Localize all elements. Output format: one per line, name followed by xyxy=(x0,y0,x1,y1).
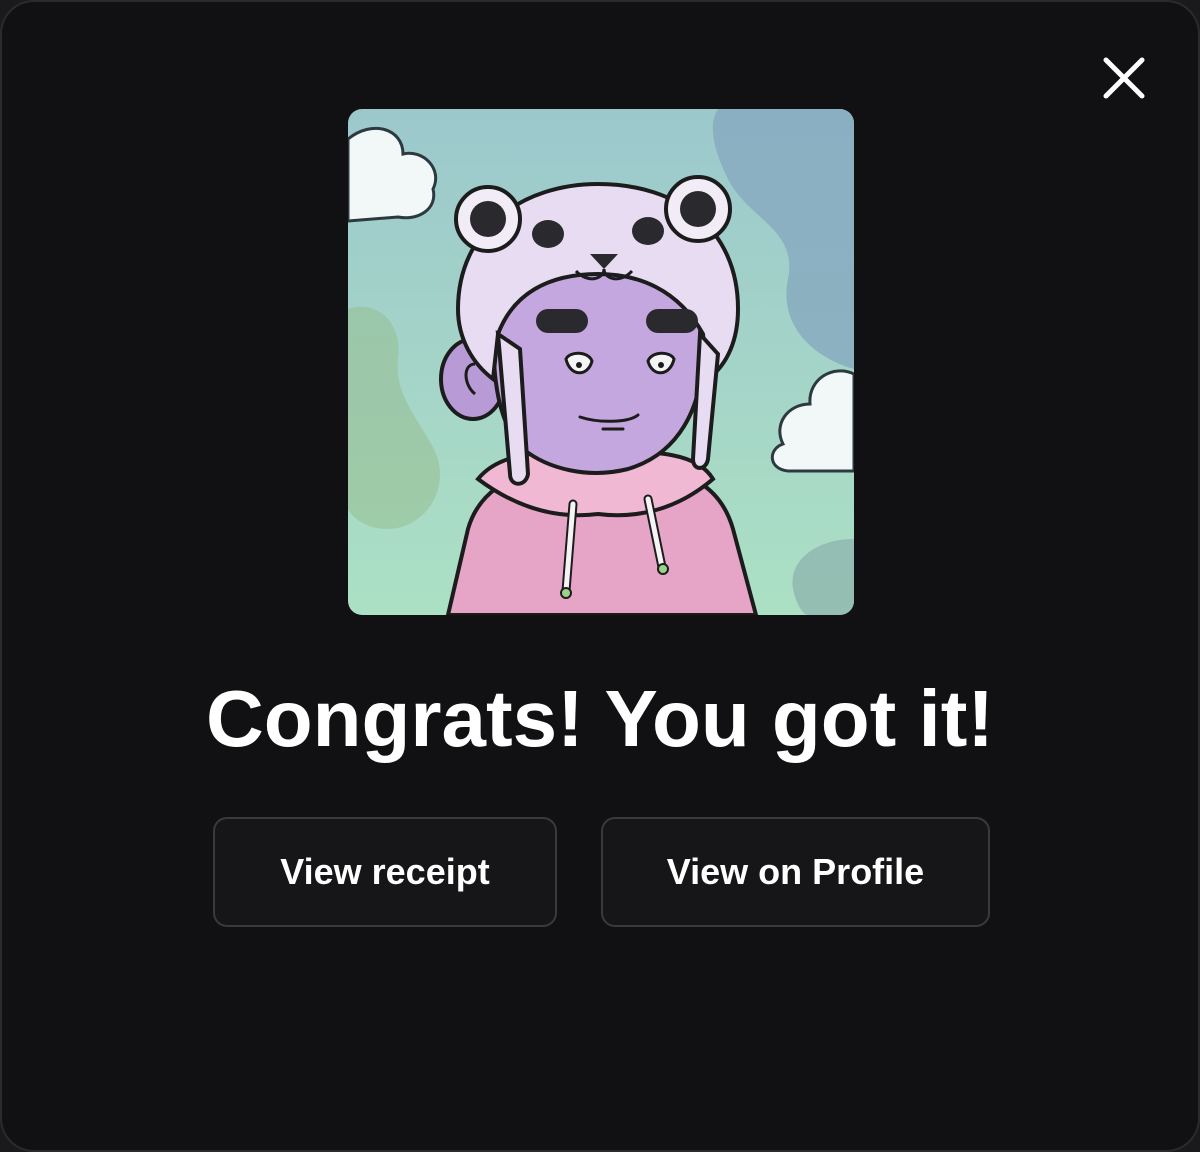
view-on-profile-label: View on Profile xyxy=(666,851,925,892)
close-icon[interactable] xyxy=(1094,48,1154,108)
view-receipt-label: View receipt xyxy=(280,851,490,892)
nft-image xyxy=(348,109,854,615)
view-receipt-button[interactable]: View receipt xyxy=(213,817,557,927)
success-modal: Congrats! You got it! View receipt View … xyxy=(0,0,1200,1152)
view-on-profile-button[interactable]: View on Profile xyxy=(601,817,990,927)
congrats-title: Congrats! You got it! xyxy=(205,674,995,763)
